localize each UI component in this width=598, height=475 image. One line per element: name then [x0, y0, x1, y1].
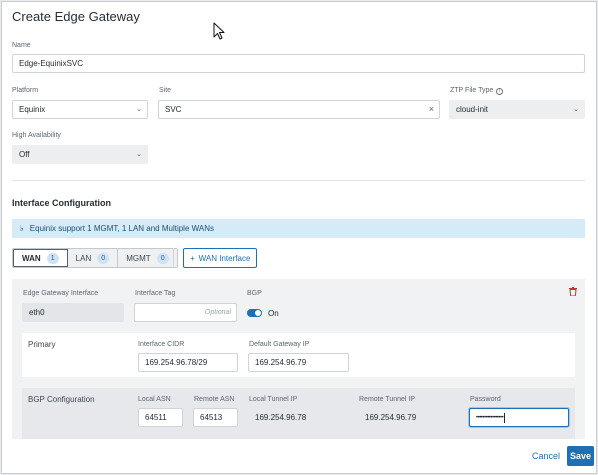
interface-tag-label: Interface Tag	[135, 290, 176, 297]
local-asn-value: 64511	[145, 413, 167, 422]
create-edge-gateway-dialog: Create Edge Gateway Name Edge-EquinixSVC…	[1, 1, 597, 474]
cancel-button[interactable]: Cancel	[532, 451, 560, 461]
chevron-down-icon: ⌄	[136, 106, 142, 113]
clear-icon[interactable]: ×	[429, 104, 434, 114]
ztp-select-value: cloud-init	[456, 105, 489, 114]
chevron-down-icon: ⌄	[136, 151, 142, 158]
local-asn-label: Local ASN	[138, 396, 171, 403]
default-gateway-value: 169.254.96.79	[255, 358, 307, 367]
platform-select-value: Equinix	[19, 105, 46, 114]
banner-text: Equinix support 1 MGMT, 1 LAN and Multip…	[29, 224, 214, 233]
add-wan-interface-label: WAN Interface	[198, 253, 251, 263]
tab-mgmt-count: 0	[156, 252, 169, 264]
tab-lan-count: 0	[97, 252, 110, 264]
interface-tabs: WAN 1 LAN 0 MGMT 0	[12, 248, 178, 268]
password-value: •••••••••••••••••	[476, 414, 504, 421]
default-gateway-label: Default Gateway IP	[249, 341, 310, 348]
interface-tag-placeholder: Optional	[204, 309, 231, 316]
tab-separator	[173, 248, 174, 268]
ha-label: High Availability	[12, 132, 61, 139]
tab-wan-count: 1	[46, 252, 59, 264]
interface-tag-input[interactable]: Optional	[134, 303, 237, 322]
chevron-down-icon: ⌄	[573, 106, 579, 113]
tab-lan[interactable]: LAN 0	[67, 249, 119, 267]
name-input-value: Edge-EquinixSVC	[19, 59, 84, 68]
remote-asn-label: Remote ASN	[194, 396, 235, 403]
interface-configuration-title: Interface Configuration	[12, 198, 112, 208]
primary-label: Primary	[28, 340, 56, 349]
remote-tunnel-ip-field: 169.254.96.79	[358, 408, 460, 427]
bell-icon: ♭	[20, 224, 24, 233]
bgp-configuration-label: BGP Configuration	[28, 395, 95, 404]
site-input[interactable]: SVC ×	[158, 100, 440, 119]
tab-lan-label: LAN	[75, 253, 92, 263]
remote-asn-value: 64513	[200, 413, 223, 422]
tab-mgmt-label: MGMT	[126, 253, 151, 263]
tab-wan-label: WAN	[22, 253, 41, 263]
bgp-toggle[interactable]	[247, 309, 262, 317]
ztp-label: ZTP File Type i	[450, 87, 504, 95]
mouse-pointer-icon	[213, 22, 225, 40]
tab-wan[interactable]: WAN 1	[13, 249, 68, 267]
platform-select[interactable]: Equinix ⌄	[12, 100, 148, 119]
interface-cidr-label: Interface CIDR	[138, 341, 185, 348]
site-input-value: SVC	[165, 105, 182, 114]
edge-gateway-interface-field: eth0	[22, 303, 124, 322]
add-wan-interface-button[interactable]: + WAN Interface	[183, 248, 258, 268]
save-button[interactable]: Save	[567, 446, 594, 466]
interface-cidr-input[interactable]: 169.254.96.78/29	[138, 353, 238, 372]
name-input[interactable]: Edge-EquinixSVC	[12, 54, 585, 73]
platform-label: Platform	[12, 87, 39, 94]
bgp-configuration-section: BGP Configuration Local ASN 64511 Remote…	[22, 388, 575, 439]
plus-icon: +	[190, 253, 195, 263]
default-gateway-input[interactable]: 169.254.96.79	[248, 353, 349, 372]
remote-tunnel-ip-value: 169.254.96.79	[365, 413, 417, 422]
name-label: Name	[12, 42, 31, 49]
local-tunnel-ip-value: 169.254.96.78	[255, 413, 307, 422]
dialog-title: Create Edge Gateway	[12, 9, 140, 24]
primary-section: Primary Interface CIDR 169.254.96.78/29 …	[22, 333, 575, 377]
bgp-toggle-state: On	[268, 309, 279, 318]
ha-select-value: Off	[19, 150, 30, 159]
local-tunnel-ip-field: 169.254.96.78	[248, 408, 349, 427]
egi-value: eth0	[29, 308, 45, 317]
local-asn-input[interactable]: 64511	[138, 408, 183, 427]
ztp-file-type-select[interactable]: cloud-init ⌄	[449, 100, 585, 119]
remote-asn-input[interactable]: 64513	[193, 408, 238, 427]
trash-icon[interactable]	[569, 287, 577, 296]
high-availability-select[interactable]: Off ⌄	[12, 145, 148, 164]
remote-tunnel-ip-label: Remote Tunnel IP	[359, 396, 416, 403]
local-tunnel-ip-label: Local Tunnel IP	[249, 396, 298, 403]
bgp-label: BGP	[247, 290, 262, 297]
password-input[interactable]: •••••••••••••••••	[469, 408, 569, 427]
wan-interface-panel: Edge Gateway Interface eth0 Interface Ta…	[12, 279, 585, 439]
divider	[12, 180, 585, 181]
ztp-label-text: ZTP File Type	[450, 87, 494, 94]
text-caret	[504, 412, 506, 423]
site-label: Site	[159, 87, 172, 94]
info-banner: ♭ Equinix support 1 MGMT, 1 LAN and Mult…	[12, 219, 585, 238]
tab-mgmt[interactable]: MGMT 0	[118, 249, 177, 267]
egi-label: Edge Gateway Interface	[23, 290, 99, 297]
interface-cidr-value: 169.254.96.78/29	[145, 358, 208, 367]
info-icon[interactable]: i	[496, 88, 504, 95]
password-label: Password	[470, 396, 501, 403]
